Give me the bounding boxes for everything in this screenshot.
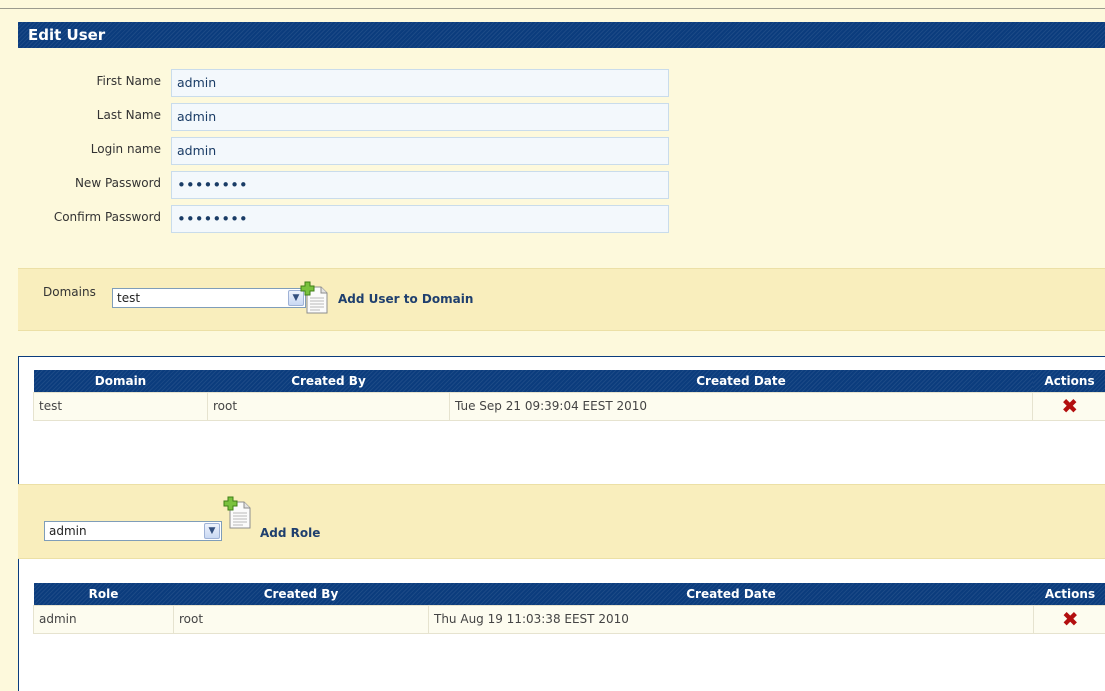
- add-user-to-domain-link[interactable]: Add User to Domain: [338, 292, 473, 306]
- actions-column-header: Actions: [1033, 583, 1105, 605]
- created-date-column-header[interactable]: Created Date: [428, 583, 1034, 605]
- domains-select[interactable]: test ▼: [112, 288, 306, 308]
- created-date-cell: Thu Aug 19 11:03:38 EEST 2010: [428, 604, 1034, 634]
- created-by-column-header[interactable]: Created By: [207, 370, 450, 392]
- add-document-icon[interactable]: [300, 281, 330, 315]
- roles-select-value: admin: [49, 524, 87, 538]
- domains-table: Domain Created By Created Date Actions t…: [33, 370, 1105, 421]
- new-password-input[interactable]: ••••••••: [171, 171, 669, 199]
- created-by-cell: root: [207, 391, 450, 421]
- associations-panel: Domain Created By Created Date Actions t…: [18, 356, 1105, 691]
- roles-select[interactable]: admin ▼: [44, 521, 222, 541]
- domains-bar: Domains test ▼ Add User to Domain: [18, 268, 1105, 331]
- created-date-cell: Tue Sep 21 09:39:04 EEST 2010: [449, 391, 1033, 421]
- roles-table: Role Created By Created Date Actions adm…: [33, 583, 1105, 634]
- login-name-row: Login name admin: [18, 137, 678, 165]
- role-column-header[interactable]: Role: [33, 583, 174, 605]
- domains-label: Domains: [43, 285, 96, 299]
- created-date-column-header[interactable]: Created Date: [449, 370, 1033, 392]
- table-row: admin root Thu Aug 19 11:03:38 EEST 2010…: [33, 604, 1105, 634]
- created-by-cell: root: [173, 604, 429, 634]
- last-name-label: Last Name: [96, 108, 161, 122]
- page-title: Edit User: [18, 22, 1105, 48]
- first-name-row: First Name admin: [18, 69, 678, 97]
- first-name-label: First Name: [96, 74, 161, 88]
- role-cell: admin: [33, 604, 174, 634]
- table-row: test root Tue Sep 21 09:39:04 EEST 2010 …: [33, 391, 1105, 421]
- delete-icon[interactable]: ✖: [1033, 604, 1105, 634]
- chevron-down-icon[interactable]: ▼: [204, 523, 220, 539]
- confirm-password-label: Confirm Password: [53, 210, 161, 224]
- add-document-icon[interactable]: [223, 496, 253, 530]
- domains-select-value: test: [117, 291, 141, 305]
- confirm-password-row: Confirm Password ••••••••: [18, 205, 678, 233]
- new-password-label: New Password: [74, 176, 161, 190]
- domain-cell: test: [33, 391, 208, 421]
- add-role-link[interactable]: Add Role: [260, 526, 320, 540]
- roles-bar: admin ▼ Add Role: [18, 484, 1105, 559]
- actions-column-header: Actions: [1032, 370, 1105, 392]
- login-name-label: Login name: [90, 142, 161, 156]
- confirm-password-input[interactable]: ••••••••: [171, 205, 669, 233]
- last-name-row: Last Name admin: [18, 103, 678, 131]
- delete-icon[interactable]: ✖: [1032, 391, 1105, 421]
- domain-column-header[interactable]: Domain: [33, 370, 208, 392]
- top-divider: [0, 8, 1105, 9]
- new-password-row: New Password ••••••••: [18, 171, 678, 199]
- created-by-column-header[interactable]: Created By: [173, 583, 429, 605]
- first-name-input[interactable]: admin: [171, 69, 669, 97]
- login-name-input[interactable]: admin: [171, 137, 669, 165]
- last-name-input[interactable]: admin: [171, 103, 669, 131]
